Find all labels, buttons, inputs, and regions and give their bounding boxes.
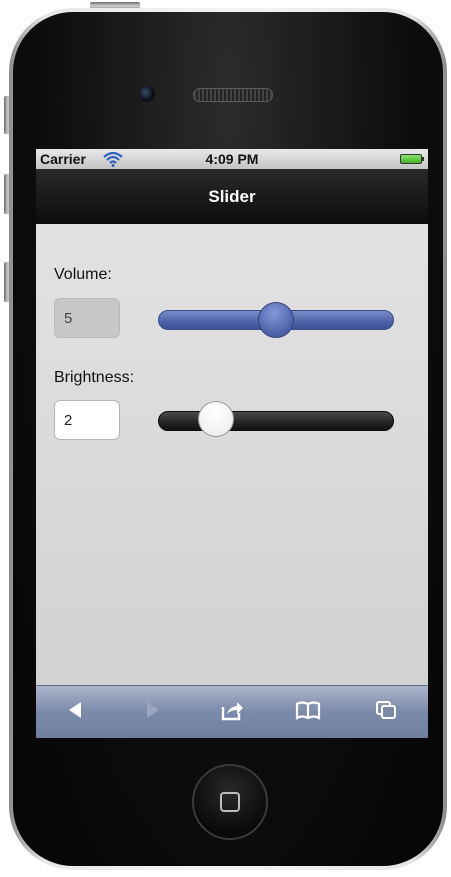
status-time: 4:09 PM	[205, 151, 259, 167]
ear-speaker	[193, 88, 273, 102]
brightness-slider-track[interactable]	[158, 411, 394, 431]
back-button[interactable]	[50, 686, 102, 738]
bookmarks-button[interactable]	[282, 686, 334, 738]
brightness-slider-thumb[interactable]	[198, 401, 234, 437]
back-arrow-icon	[66, 700, 86, 725]
page-title: Slider	[208, 187, 256, 206]
front-camera	[139, 86, 155, 102]
content-area: Volume: 5 Brightness: 2	[36, 224, 428, 685]
tabs-button[interactable]	[360, 686, 412, 738]
bookmarks-icon	[295, 700, 321, 725]
forward-arrow-icon	[142, 700, 162, 725]
share-icon	[220, 699, 244, 726]
brightness-label: Brightness:	[54, 369, 135, 386]
status-bar: Carrier 4:09 PM	[36, 149, 428, 169]
screen: Carrier 4:09 PM Slider Volume: 5 Brightn…	[36, 149, 428, 738]
battery-icon	[400, 154, 424, 164]
brightness-value-field[interactable]: 2	[54, 400, 120, 440]
volume-label: Volume:	[54, 266, 112, 283]
tabs-icon	[375, 700, 397, 725]
forward-button[interactable]	[126, 686, 178, 738]
volume-slider-thumb[interactable]	[258, 302, 294, 338]
device-frame: Carrier 4:09 PM Slider Volume: 5 Brightn…	[0, 0, 451, 877]
share-button[interactable]	[206, 686, 258, 738]
volume-value-field: 5	[54, 298, 120, 338]
home-square-icon	[220, 792, 240, 812]
navigation-bar: Slider	[36, 169, 428, 224]
browser-toolbar	[36, 685, 428, 738]
home-button[interactable]	[192, 764, 268, 840]
